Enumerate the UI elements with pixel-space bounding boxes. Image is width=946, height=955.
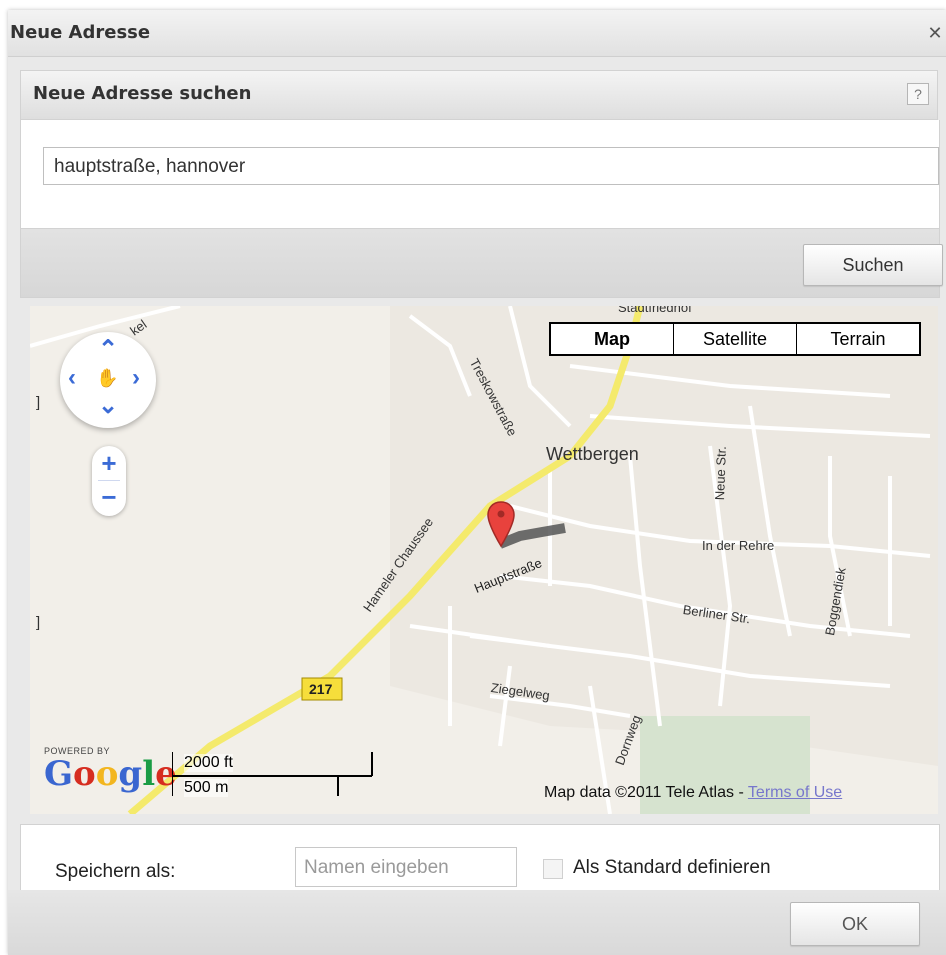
search-input-area: hauptstraße, hannover	[20, 120, 940, 228]
ok-button[interactable]: OK	[790, 902, 920, 946]
terms-of-use-link[interactable]: Terms of Use	[748, 784, 842, 801]
default-checkbox[interactable]	[543, 859, 563, 879]
zoom-control: + −	[92, 446, 126, 516]
help-icon[interactable]: ?	[907, 83, 929, 105]
close-icon[interactable]: ✕	[926, 24, 944, 42]
search-section-title: Neue Adresse suchen	[33, 83, 252, 104]
google-letter: G	[44, 754, 74, 794]
search-section-header: Neue Adresse suchen ?	[20, 70, 938, 120]
pan-left-icon[interactable]: ‹	[68, 366, 76, 390]
scale-feet-label: 2000 ft	[184, 754, 233, 772]
map-road-number: 217	[309, 681, 333, 697]
google-letter: o	[73, 754, 96, 794]
zoom-out-icon[interactable]: −	[92, 480, 126, 514]
google-letter: l	[142, 754, 156, 794]
default-checkbox-label[interactable]: Als Standard definieren	[573, 857, 771, 879]
map-type-map-button[interactable]: Map	[551, 324, 674, 354]
map-type-satellite-button[interactable]: Satellite	[674, 324, 797, 354]
search-button[interactable]: Suchen	[803, 244, 943, 286]
name-input[interactable]: Namen eingeben	[295, 847, 517, 887]
save-as-row: Speichern als: Namen eingeben Als Standa…	[20, 824, 940, 892]
map-label-wettbergen: Wettbergen	[546, 444, 639, 464]
save-as-label: Speichern als:	[55, 861, 176, 882]
map-label-neue-str: Neue Str.	[712, 445, 729, 501]
pan-up-icon[interactable]: ⌃	[98, 338, 118, 362]
search-toolbar: Suchen	[20, 228, 943, 298]
google-wordmark: Google	[44, 756, 177, 792]
map-label-left2: ]	[36, 614, 41, 631]
pan-control[interactable]: ⌃ ‹ ✋ › ⌄	[60, 332, 156, 428]
map-view[interactable]: Stadtfriedhof kel ] ] Treskowstraße Wett…	[30, 306, 938, 814]
google-letter: g	[118, 754, 143, 794]
map-label-left1: ]	[36, 394, 41, 411]
pan-down-icon[interactable]: ⌄	[98, 394, 118, 418]
map-copyright: Map data ©2011 Tele Atlas - Terms of Use	[544, 784, 842, 802]
google-logo[interactable]: POWERED BY Google	[44, 746, 177, 792]
dialog-button-bar: OK	[8, 890, 946, 955]
map-label-in-der-rehre: In der Rehre	[702, 538, 775, 553]
map-marker-icon[interactable]	[486, 500, 516, 550]
pan-hand-icon: ✋	[96, 368, 119, 388]
map-label-topcenter: Stadtfriedhof	[618, 306, 692, 315]
google-letter: o	[95, 754, 119, 794]
pan-right-icon[interactable]: ›	[132, 366, 140, 390]
dialog-title: Neue Adresse	[10, 22, 151, 43]
scale-meter-label: 500 m	[184, 779, 229, 797]
map-type-terrain-button[interactable]: Terrain	[797, 324, 919, 354]
address-search-input[interactable]: hauptstraße, hannover	[43, 147, 939, 185]
map-scale: 2000 ft 500 m	[172, 752, 374, 800]
map-copyright-text: Map data ©2011 Tele Atlas -	[544, 784, 748, 801]
dialog-titlebar: Neue Adresse ✕	[8, 10, 946, 57]
map-type-control: Map Satellite Terrain	[549, 322, 921, 356]
new-address-dialog: Neue Adresse ✕ Neue Adresse suchen ? hau…	[8, 10, 946, 955]
zoom-in-icon[interactable]: +	[92, 446, 126, 480]
